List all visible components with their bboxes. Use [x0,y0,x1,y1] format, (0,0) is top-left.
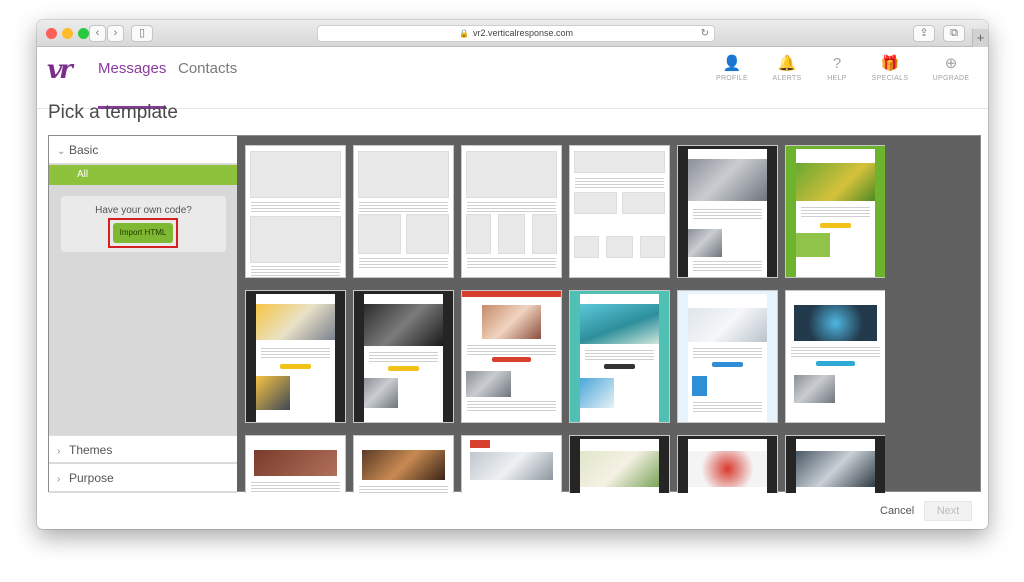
template-thumbnail[interactable] [569,145,670,278]
section-themes[interactable]: › Themes [49,435,237,463]
alerts-label: ALERTS [772,75,802,82]
specials-label: SPECIALS [871,75,909,82]
tabs-icon: ⧉ [950,27,958,39]
template-thumbnail[interactable] [245,290,346,423]
question-icon: ? [832,55,842,72]
zoom-window-button[interactable] [78,28,89,39]
person-icon: 👤 [722,55,742,72]
template-thumbnail[interactable] [785,290,885,423]
template-thumbnail[interactable] [785,145,885,278]
share-icon: ⇪ [919,27,929,39]
chevron-left-icon: ‹ [95,27,100,39]
lock-icon: 🔒 [458,29,469,38]
profile-label: PROFILE [715,75,749,82]
chevron-right-icon: › [57,474,61,485]
section-basic-label: Basic [69,143,99,157]
page-title: Pick a template [48,102,178,123]
browser-window: ‹ › ▯ 🔒 vr2.verticalresponse.com ↻ ⇪ ⧉ + … [37,20,988,529]
template-thumbnail[interactable] [461,435,562,493]
cancel-button[interactable]: Cancel [880,505,914,517]
forward-button[interactable]: › [107,25,124,42]
profile-nav-item[interactable]: 👤 PROFILE [712,55,752,82]
tabs-button[interactable]: ⧉ [943,25,965,42]
help-label: HELP [827,75,847,82]
url-text: vr2.verticalresponse.com [472,28,573,38]
share-button[interactable]: ⇪ [913,25,935,42]
import-html-highlight: Import HTML [108,218,178,248]
upgrade-label: UPGRADE [932,75,970,82]
section-basic[interactable]: ⌄ Basic [49,136,237,164]
help-nav-item[interactable]: ? HELP [817,55,857,82]
template-picker: ⌄ Basic All Have your own code? Import HT… [48,135,981,493]
alerts-nav-item[interactable]: 🔔 ALERTS [767,55,807,82]
next-button[interactable]: Next [924,501,972,521]
template-thumbnail[interactable] [677,435,778,493]
chevron-right-icon: › [113,27,118,39]
reload-icon[interactable]: ↻ [701,26,709,41]
filter-all[interactable]: All [49,165,237,185]
upgrade-arrow-icon: ⊕ [944,55,958,72]
specials-nav-item[interactable]: 🎁 SPECIALS [870,55,910,82]
chevron-down-icon: ⌄ [57,146,66,157]
new-tab-button[interactable]: + [972,29,988,47]
template-grid [245,145,885,493]
template-thumbnail[interactable] [677,290,778,423]
tab-contacts[interactable]: Contacts [178,59,237,109]
section-purpose-label: Purpose [69,471,114,485]
browser-titlebar: ‹ › ▯ 🔒 vr2.verticalresponse.com ↻ ⇪ ⧉ + [37,20,988,47]
gift-icon: 🎁 [880,55,900,72]
template-thumbnail[interactable] [677,145,778,278]
upgrade-nav-item[interactable]: ⊕ UPGRADE [931,55,971,82]
template-thumbnail[interactable] [245,145,346,278]
template-thumbnail[interactable] [461,290,562,423]
template-thumbnail[interactable] [245,435,346,493]
import-html-button[interactable]: Import HTML [113,223,173,243]
template-thumbnail[interactable] [785,435,885,493]
template-thumbnail[interactable] [569,435,670,493]
close-window-button[interactable] [46,28,57,39]
template-thumbnail[interactable] [353,290,454,423]
own-code-box: Have your own code? Import HTML [61,196,226,252]
bell-icon: 🔔 [777,55,797,72]
template-thumbnail[interactable] [353,435,454,493]
own-code-text: Have your own code? [95,205,192,216]
template-filter-panel: ⌄ Basic All Have your own code? Import HT… [49,136,237,493]
template-thumbnail[interactable] [461,145,562,278]
back-button[interactable]: ‹ [89,25,106,42]
section-purpose[interactable]: › Purpose [49,464,237,492]
sidebar-toggle-button[interactable]: ▯ [131,25,153,42]
app-navbar: vr Messages Contacts 👤 PROFILE 🔔 ALERTS … [37,47,988,109]
section-themes-label: Themes [69,443,113,457]
template-thumbnail[interactable] [569,290,670,423]
vr-logo[interactable]: vr [47,55,73,85]
minimize-window-button[interactable] [62,28,73,39]
template-thumbnail[interactable] [353,145,454,278]
chevron-right-icon: › [57,446,61,457]
sidebar-icon: ▯ [138,27,146,39]
address-bar[interactable]: 🔒 vr2.verticalresponse.com ↻ [317,25,715,42]
